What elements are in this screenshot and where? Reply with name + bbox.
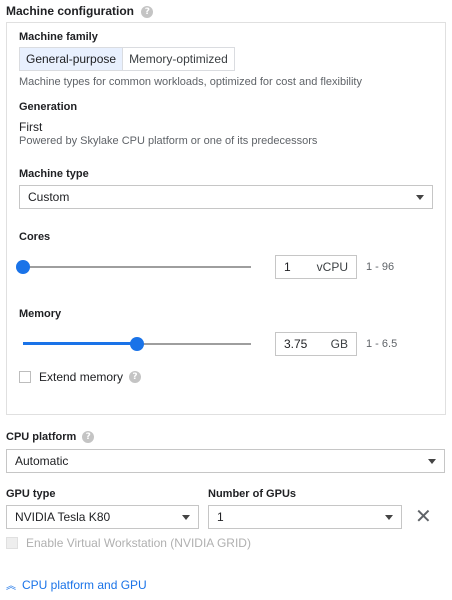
gpu-type-value: NVIDIA Tesla K80	[15, 510, 111, 524]
cpu-platform-select[interactable]: Automatic	[6, 449, 445, 473]
cpu-gpu-collapse-link[interactable]: ︽ CPU platform and GPU	[6, 577, 147, 593]
machine-type-label: Machine type	[19, 168, 89, 180]
close-icon[interactable]: ✕	[415, 506, 432, 526]
virtual-workstation-row: Enable Virtual Workstation (NVIDIA GRID)	[6, 536, 251, 550]
machine-type-value: Custom	[28, 190, 70, 204]
caret-down-icon	[385, 514, 393, 520]
machine-family-toggle: General-purpose Memory-optimized	[19, 47, 235, 71]
cores-label: Cores	[19, 231, 51, 243]
generation-description: Powered by Skylake CPU platform or one o…	[19, 135, 318, 147]
cpu-platform-label: CPU platform	[6, 431, 77, 443]
cpu-gpu-collapse-label[interactable]: CPU platform and GPU	[22, 578, 147, 592]
cores-slider[interactable]	[16, 257, 251, 277]
memory-unit: GB	[330, 337, 348, 351]
generation-label: Generation	[19, 101, 78, 113]
virtual-workstation-checkbox[interactable]	[6, 537, 18, 549]
tab-memory-optimized[interactable]: Memory-optimized	[123, 48, 234, 70]
machine-type-select[interactable]: Custom	[19, 185, 433, 209]
double-chevron-up-icon: ︽	[6, 581, 16, 592]
memory-slider-thumb[interactable]	[130, 337, 144, 351]
help-icon[interactable]: ?	[82, 431, 95, 443]
cores-slider-track	[23, 266, 251, 268]
machine-configuration-label: Machine configuration	[6, 4, 135, 18]
gpu-count-select[interactable]: 1	[208, 505, 402, 529]
cores-value: 1	[284, 260, 291, 274]
help-icon[interactable]: ?	[141, 5, 154, 18]
memory-label: Memory	[19, 308, 62, 320]
cores-input[interactable]: 1 vCPU	[275, 255, 357, 279]
memory-value: 3.75	[284, 337, 308, 351]
memory-slider-fill	[23, 342, 137, 345]
machine-configuration-title: Machine configuration ?	[6, 4, 154, 18]
gpu-count-value: 1	[217, 510, 224, 524]
machine-family-description: Machine types for common workloads, opti…	[19, 76, 362, 88]
caret-down-icon	[416, 194, 424, 200]
cpu-platform-value: Automatic	[15, 454, 69, 468]
cores-slider-thumb[interactable]	[16, 260, 30, 274]
memory-range: 1 - 6.5	[366, 338, 398, 350]
cores-unit: vCPU	[316, 260, 348, 274]
extend-memory-label: Extend memory	[39, 370, 124, 384]
memory-slider[interactable]	[23, 334, 251, 354]
extend-memory-checkbox[interactable]	[19, 371, 31, 383]
cpu-platform-header: CPU platform ?	[6, 431, 95, 443]
caret-down-icon	[182, 514, 190, 520]
tab-general-purpose[interactable]: General-purpose	[20, 48, 124, 70]
gpu-type-label: GPU type	[6, 488, 56, 500]
extend-memory-row: Extend memory ?	[19, 370, 142, 384]
gpu-count-label: Number of GPUs	[208, 488, 297, 500]
generation-value: First	[19, 120, 43, 134]
virtual-workstation-label: Enable Virtual Workstation (NVIDIA GRID)	[26, 536, 251, 550]
caret-down-icon	[428, 458, 436, 464]
cores-range: 1 - 96	[366, 261, 395, 273]
machine-family-label: Machine family	[19, 31, 98, 43]
gpu-type-select[interactable]: NVIDIA Tesla K80	[6, 505, 199, 529]
help-icon[interactable]: ?	[129, 371, 142, 383]
memory-input[interactable]: 3.75 GB	[275, 332, 357, 356]
